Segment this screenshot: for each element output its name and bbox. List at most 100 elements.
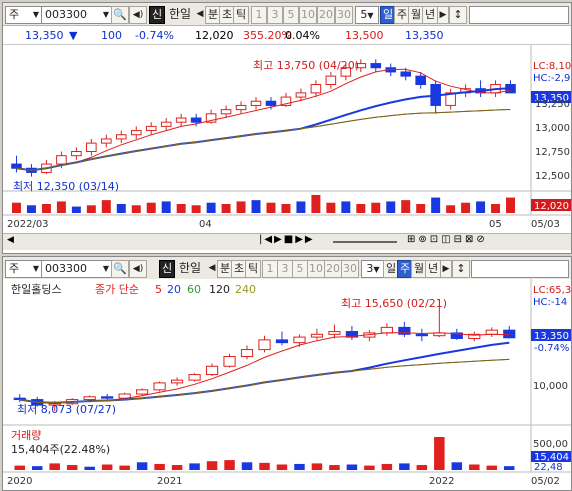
num-10[interactable]: 10 xyxy=(299,6,317,24)
x-axis-label: 2022/03 xyxy=(7,219,49,230)
daily-volume-bar xyxy=(401,200,411,213)
scroll-left-icon[interactable]: ◀ xyxy=(7,235,14,245)
weekly-candle xyxy=(240,349,254,358)
daily-candle xyxy=(160,121,172,127)
num-20[interactable]: 20 xyxy=(317,6,335,24)
daily-candle-chart[interactable]: 최고 13,750 (04/20) 최저 12,350 (03/14) LC:8,1… xyxy=(3,45,571,233)
blank-input[interactable] xyxy=(471,260,569,278)
period-select[interactable]: 3▼ xyxy=(361,260,385,278)
daily-volume-bar xyxy=(86,205,96,213)
weekly-volume-bar xyxy=(119,465,130,470)
market-select[interactable]: 주 ▼ xyxy=(5,6,42,24)
num-20[interactable]: 20 xyxy=(324,260,342,278)
daily-volume-bar xyxy=(356,204,366,213)
sort-icon[interactable]: ↕ xyxy=(449,6,467,24)
zoom-slider[interactable] xyxy=(333,241,397,243)
code-input[interactable]: 003300 ▼ xyxy=(41,260,112,278)
weekly-volume-bar xyxy=(276,464,288,470)
volume-title: 거래량 xyxy=(11,429,41,442)
daily-chart-panel: 주 ▼ 003300 ▼ 🔍 ◀) 신 한일 ◀ 분 초 틱 1 3 5 10 20… xyxy=(2,2,572,254)
num-1[interactable]: 1 xyxy=(262,260,278,278)
search-icon[interactable]: 🔍 xyxy=(111,6,129,24)
tab-tick[interactable]: 틱 xyxy=(245,260,261,278)
daily-candle xyxy=(56,155,67,165)
daily-volume-bar xyxy=(26,205,36,213)
num-5[interactable]: 5 xyxy=(283,6,299,24)
weekly-volume-bar xyxy=(294,463,305,470)
daily-volume-bar xyxy=(146,202,156,213)
daily-volume-bar xyxy=(431,197,441,213)
legend-ma20: 20 xyxy=(167,283,181,296)
play-controls[interactable]: |◀▶■▶▶ xyxy=(259,234,315,245)
code-input-value: 003300 xyxy=(45,262,87,275)
chart-background xyxy=(3,279,571,490)
toolbar: 주 ▼ 003300 ▼ 🔍 ◀) 신 한일 ◀ 분 초 틱 1 3 5 10 20… xyxy=(3,257,571,280)
period-select[interactable]: 5▼ xyxy=(355,6,379,24)
weekly-candle xyxy=(101,396,114,399)
volume-max-label: 500,00 xyxy=(533,439,568,450)
daily-volume-bar xyxy=(506,197,516,213)
daily-candle xyxy=(310,84,322,94)
num-5[interactable]: 5 xyxy=(292,260,308,278)
num-30[interactable]: 30 xyxy=(335,6,353,24)
new-badge[interactable]: 신 xyxy=(149,6,165,24)
daily-volume-bar xyxy=(191,205,201,213)
price-tag: 13,350 xyxy=(534,331,569,342)
daily-volume-bar xyxy=(386,201,396,213)
market-select[interactable]: 주 ▼ xyxy=(5,260,42,278)
daily-volume-bar xyxy=(296,201,306,213)
weekly-candle xyxy=(83,396,96,401)
new-badge[interactable]: 신 xyxy=(159,260,175,278)
daily-candle xyxy=(235,104,247,111)
min-price-label: 최저 8,073 (07/27) xyxy=(17,403,116,416)
legend-type: 종가 단순 xyxy=(95,283,139,296)
weekly-candle-chart[interactable]: 한일홀딩스 종가 단순 5 20 60 120 240 최고 15,650 (02/21) 최저… xyxy=(3,279,571,490)
num-1[interactable]: 1 xyxy=(251,6,267,24)
tool-icons[interactable]: ⊞⊚⊡◫⊟⊠⊘ xyxy=(407,234,488,245)
daily-candle xyxy=(101,138,112,144)
arrow-right-icon[interactable]: ▶ xyxy=(437,6,449,24)
daily-candle xyxy=(175,117,187,123)
x-axis-label: 2021 xyxy=(157,476,182,487)
daily-volume-bar xyxy=(326,202,336,213)
tab-year[interactable]: 년 xyxy=(425,260,441,278)
arrow-left-icon[interactable]: ◀ xyxy=(195,6,205,22)
daily-volume-bar xyxy=(341,201,351,213)
weekly-volume-bar xyxy=(206,461,218,470)
tab-tick[interactable]: 틱 xyxy=(233,6,249,24)
num-3[interactable]: 3 xyxy=(277,260,293,278)
chart-scrollbar[interactable]: ◀ |◀▶■▶▶ ⊞⊚⊡◫⊟⊠⊘ xyxy=(3,233,571,250)
legend-ma120: 120 xyxy=(209,283,230,296)
daily-volume-bar xyxy=(206,202,216,213)
sort-icon[interactable]: ↕ xyxy=(452,260,470,278)
low-price: 13,350 xyxy=(405,29,444,42)
stock-name: 한일 xyxy=(178,261,202,275)
speaker-icon[interactable]: ◀) xyxy=(129,260,147,278)
high-price: 13,500 xyxy=(345,29,384,42)
daily-volume-bar xyxy=(251,200,261,213)
speaker-icon[interactable]: ◀) xyxy=(129,6,147,24)
weekly-volume-bar xyxy=(469,464,480,470)
weekly-volume-bar xyxy=(399,463,410,470)
daily-volume-bar xyxy=(476,201,486,213)
weekly-volume-bar xyxy=(171,465,183,470)
weekly-candle xyxy=(258,339,271,351)
tab-year[interactable]: 년 xyxy=(422,6,438,24)
daily-candle xyxy=(145,125,157,132)
weekly-volume-bar xyxy=(329,465,340,470)
blank-input[interactable] xyxy=(469,6,569,24)
num-10[interactable]: 10 xyxy=(307,260,325,278)
chevron-down-icon: ▼ xyxy=(367,11,374,20)
code-input[interactable]: 003300 ▼ xyxy=(41,6,112,24)
num-30[interactable]: 30 xyxy=(341,260,359,278)
weekly-volume-bar xyxy=(154,463,165,470)
num-3[interactable]: 3 xyxy=(267,6,283,24)
search-icon[interactable]: 🔍 xyxy=(111,260,129,278)
lc-label: LC:8,10 xyxy=(533,61,571,72)
daily-volume-bar xyxy=(71,206,81,213)
weekly-volume-bar xyxy=(136,462,148,470)
x-axis-label: 05/02 xyxy=(531,476,560,487)
arrow-left-icon[interactable]: ◀ xyxy=(207,260,217,276)
hc-label: HC:-2,9 xyxy=(533,73,570,84)
arrow-right-icon[interactable]: ▶ xyxy=(440,260,452,278)
